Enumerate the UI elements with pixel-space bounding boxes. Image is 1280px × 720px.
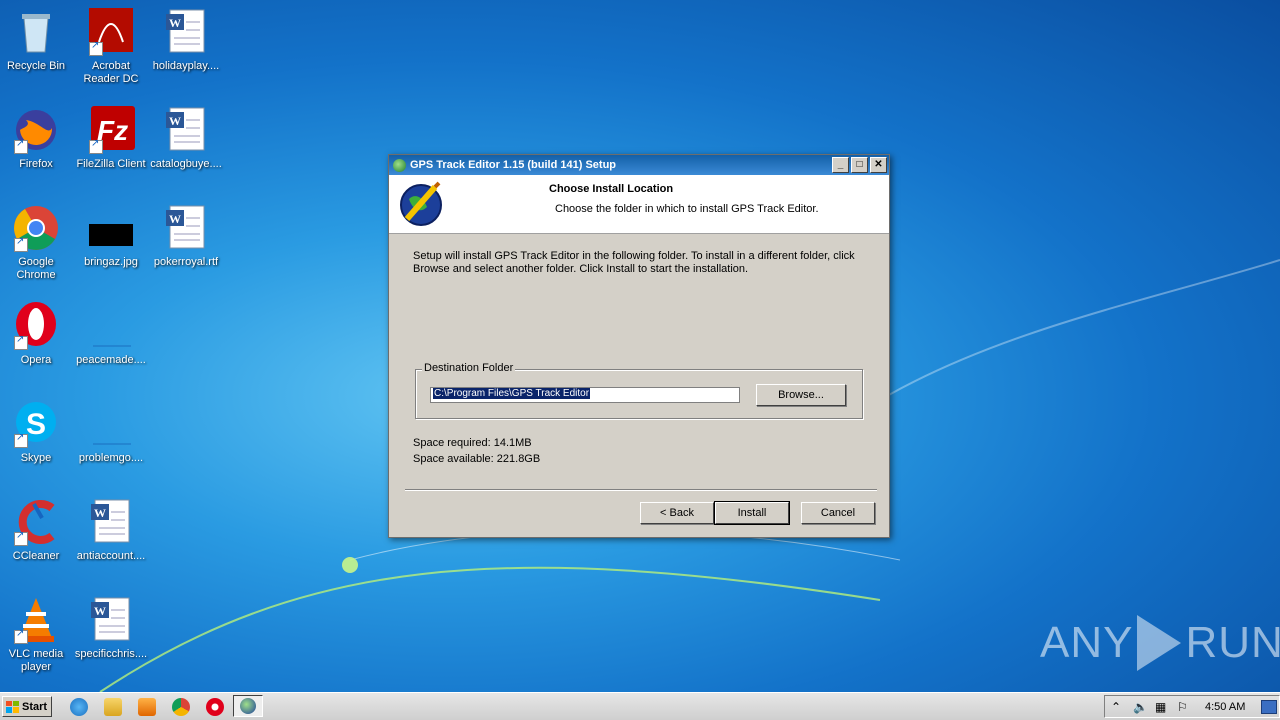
gps-track-editor-taskbar-icon bbox=[240, 698, 256, 714]
desktop-icon-specificchris[interactable]: W specificchris.... bbox=[73, 596, 149, 661]
space-required-text: Space required: 14.1MB bbox=[413, 437, 532, 449]
skype-icon: S bbox=[12, 400, 60, 448]
taskbar-item-gps-setup[interactable] bbox=[233, 695, 263, 717]
dialog-header: Choose Install Location Choose the folde… bbox=[389, 175, 889, 234]
desktop-icon-vlc[interactable]: VLC media player bbox=[0, 596, 74, 674]
desktop-icon-skype[interactable]: S Skype bbox=[0, 400, 74, 465]
desktop-icon-opera[interactable]: Opera bbox=[0, 302, 74, 367]
close-button[interactable]: ✕ bbox=[870, 157, 887, 173]
desktop-icon-bringaz[interactable]: bringaz.jpg bbox=[73, 204, 149, 269]
svg-text:W: W bbox=[169, 16, 181, 30]
instructions-text: Setup will install GPS Track Editor in t… bbox=[413, 250, 855, 275]
explorer-icon[interactable] bbox=[104, 698, 122, 716]
svg-text:W: W bbox=[169, 114, 181, 128]
setup-dialog: GPS Track Editor 1.15 (build 141) Setup … bbox=[388, 154, 890, 538]
destination-folder-group: Destination Folder C:\Program Files\GPS … bbox=[415, 362, 863, 419]
svg-text:S: S bbox=[26, 408, 46, 441]
svg-text:W: W bbox=[94, 604, 106, 618]
desktop-icon-recycle-bin[interactable]: Recycle Bin bbox=[0, 8, 74, 73]
word-doc-icon: W bbox=[162, 204, 210, 252]
acrobat-icon bbox=[87, 8, 135, 56]
word-doc-icon: W bbox=[87, 498, 135, 546]
gps-track-editor-icon bbox=[393, 158, 406, 172]
media-player-icon[interactable] bbox=[138, 698, 156, 716]
desktop-icon-acrobat[interactable]: Acrobat Reader DC bbox=[73, 8, 149, 86]
gps-track-editor-logo-icon bbox=[400, 181, 442, 226]
destination-folder-label: Destination Folder bbox=[422, 362, 516, 374]
volume-icon[interactable]: 🔈 bbox=[1133, 700, 1148, 714]
taskbar: Start ⌃ 🔈 ▦ ⚐ 4:50 AM bbox=[0, 692, 1280, 720]
start-button[interactable]: Start bbox=[2, 696, 52, 717]
header-title: Choose Install Location bbox=[549, 183, 674, 195]
image-file-icon bbox=[87, 204, 135, 252]
vlc-icon bbox=[12, 596, 60, 644]
browse-button[interactable]: Browse... bbox=[756, 384, 846, 406]
desktop-icon-problemgo[interactable]: problemgo.... bbox=[73, 400, 149, 465]
desktop-icon-firefox[interactable]: Firefox bbox=[0, 106, 74, 171]
cancel-button[interactable]: Cancel bbox=[801, 502, 875, 524]
clock[interactable]: 4:50 AM bbox=[1205, 701, 1245, 713]
chrome-taskbar-icon[interactable] bbox=[172, 698, 190, 716]
header-subtitle: Choose the folder in which to install GP… bbox=[555, 203, 819, 215]
dialog-title: GPS Track Editor 1.15 (build 141) Setup bbox=[410, 159, 617, 171]
windows-flag-icon bbox=[6, 700, 19, 713]
firefox-icon bbox=[12, 106, 60, 154]
maximize-button[interactable]: □ bbox=[851, 157, 868, 173]
destination-path-input[interactable]: C:\Program Files\GPS Track Editor bbox=[430, 387, 740, 403]
desktop-icon-filezilla[interactable]: Fz FileZilla Client bbox=[73, 106, 149, 171]
ccleaner-icon bbox=[12, 498, 60, 546]
opera-taskbar-icon[interactable] bbox=[206, 698, 224, 716]
desktop-icon-antiaccount[interactable]: W antiaccount.... bbox=[73, 498, 149, 563]
play-icon bbox=[1137, 615, 1182, 671]
svg-text:W: W bbox=[169, 212, 181, 226]
desktop-icon-catalogbuye[interactable]: W catalogbuye.... bbox=[148, 106, 224, 171]
network-icon[interactable]: ▦ bbox=[1155, 700, 1166, 714]
anyrun-watermark: ANY RUN bbox=[1040, 615, 1280, 671]
desktop-icon-peacemade[interactable]: peacemade.... bbox=[73, 302, 149, 367]
dialog-separator bbox=[405, 489, 877, 491]
minimize-button[interactable]: _ bbox=[832, 157, 849, 173]
svg-text:W: W bbox=[94, 506, 106, 520]
action-center-flag-icon[interactable]: ⚐ bbox=[1177, 700, 1188, 714]
desktop-icon-chrome[interactable]: Google Chrome bbox=[0, 204, 74, 282]
ie-icon[interactable] bbox=[70, 698, 88, 716]
word-doc-icon: W bbox=[87, 596, 135, 644]
opera-icon bbox=[12, 302, 60, 350]
filezilla-icon: Fz bbox=[87, 106, 135, 154]
blank-file-icon bbox=[87, 400, 135, 448]
tray-expand-icon[interactable]: ⌃ bbox=[1111, 700, 1121, 714]
word-doc-icon: W bbox=[162, 106, 210, 154]
blank-file-icon bbox=[87, 302, 135, 350]
desktop-icon-pokerroyal[interactable]: W pokerroyal.rtf bbox=[148, 204, 224, 269]
recycle-bin-icon bbox=[12, 8, 60, 56]
desktop-icon-holidayplay[interactable]: W holidayplay.... bbox=[148, 8, 224, 73]
system-tray: ⌃ 🔈 ▦ ⚐ 4:50 AM bbox=[1104, 695, 1280, 718]
space-available-text: Space available: 221.8GB bbox=[413, 453, 541, 465]
chrome-icon bbox=[12, 204, 60, 252]
dialog-titlebar[interactable]: GPS Track Editor 1.15 (build 141) Setup … bbox=[389, 155, 889, 175]
word-doc-icon: W bbox=[162, 8, 210, 56]
desktop-icon-ccleaner[interactable]: CCleaner bbox=[0, 498, 74, 563]
install-button[interactable]: Install bbox=[714, 501, 790, 525]
show-desktop-icon[interactable] bbox=[1261, 700, 1277, 714]
back-button[interactable]: < Back bbox=[640, 502, 714, 524]
